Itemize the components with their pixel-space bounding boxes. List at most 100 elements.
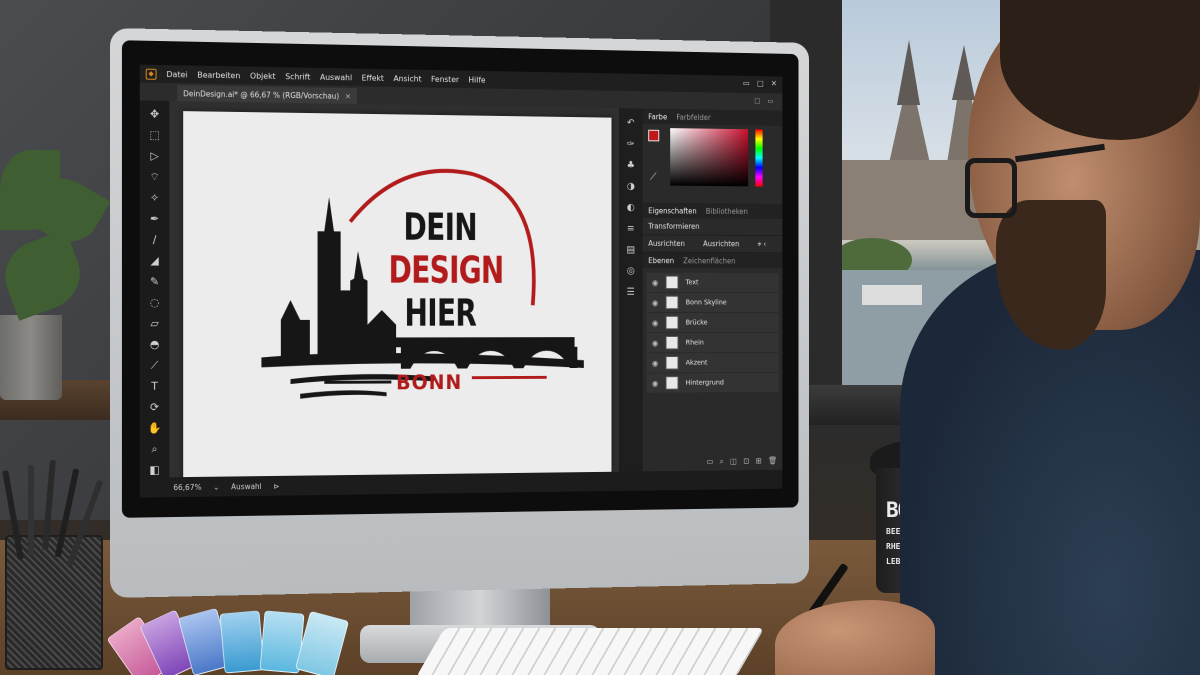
visibility-eye-icon[interactable]: ◉ <box>652 359 658 368</box>
properties-panel-tabs: Eigenschaften Bibliotheken <box>642 202 783 219</box>
status-tool-mode: Auswahl <box>231 481 262 491</box>
pen-tool-icon[interactable]: ✒ <box>147 211 163 227</box>
layer-thumbnail <box>665 356 679 370</box>
menu-file[interactable]: Datei <box>166 70 187 79</box>
rotate-tool-icon[interactable]: ⟳ <box>147 400 163 416</box>
visibility-eye-icon[interactable]: ◉ <box>652 278 658 287</box>
layer-row[interactable]: ◉ Brücke <box>646 313 779 333</box>
blob-brush-tool-icon[interactable]: ◢ <box>147 253 163 269</box>
magic-wand-tool-icon[interactable]: ✧ <box>147 190 163 206</box>
tab-layers[interactable]: Ebenen <box>648 256 674 265</box>
hand-tool-icon[interactable]: ✋ <box>147 421 163 437</box>
minimize-icon[interactable]: ▭ <box>743 79 750 88</box>
eyedropper-icon[interactable]: ⟋ <box>650 172 656 183</box>
artboard[interactable]: DEIN DESIGN HIER BONN <box>183 111 612 490</box>
maximize-icon[interactable]: □ <box>757 79 764 88</box>
align-options-icon[interactable]: ⌖ ‹ <box>757 239 766 249</box>
lasso-tool-icon[interactable]: ⌔ <box>147 169 163 185</box>
menu-select[interactable]: Auswahl <box>320 72 352 81</box>
new-layer-icon[interactable]: ⊞ <box>756 457 762 467</box>
logo-line-dein[interactable]: DEIN <box>388 205 491 248</box>
layer-row[interactable]: ◉ Bonn Skyline <box>646 292 779 313</box>
layer-name: Akzent <box>685 358 708 367</box>
transform-row[interactable]: Transformieren <box>642 217 783 237</box>
workspace-switcher-icon[interactable]: ▭ <box>767 97 773 105</box>
export-icon[interactable]: ▭ <box>706 457 713 467</box>
transparency-panel-icon[interactable]: ◎ <box>623 264 638 279</box>
hue-slider[interactable] <box>755 129 763 187</box>
logo-line-hier[interactable]: HIER <box>388 291 491 334</box>
new-sublayer-icon[interactable]: ⊡ <box>743 457 749 467</box>
libraries-panel-icon[interactable]: ☰ <box>623 285 638 300</box>
layers-panel-tabs: Ebenen Zeichenflächen <box>642 252 783 269</box>
color-panel: ⟋ <box>643 124 783 204</box>
artboard-tool-icon[interactable]: ⬚ <box>147 128 163 144</box>
close-icon[interactable]: ✕ <box>771 79 777 88</box>
direct-selection-tool-icon[interactable]: ▷ <box>147 148 163 164</box>
status-nav-icon[interactable]: ⊳ <box>273 481 279 490</box>
menu-effect[interactable]: Effekt <box>362 73 384 82</box>
delete-layer-icon[interactable]: 🗑 <box>768 456 777 466</box>
menu-type[interactable]: Schrift <box>285 72 310 81</box>
layer-row[interactable]: ◉ Text <box>646 272 779 293</box>
layer-name: Bonn Skyline <box>685 298 727 307</box>
zoom-tool-icon[interactable]: ⌕ <box>147 441 163 457</box>
menu-view[interactable]: Ansicht <box>393 74 421 83</box>
layer-row[interactable]: ◉ Rhein <box>646 332 779 353</box>
visibility-eye-icon[interactable]: ◉ <box>652 298 658 307</box>
layer-row[interactable]: ◉ Hintergrund <box>646 372 779 393</box>
pencil-tool-icon[interactable]: ✎ <box>147 274 163 290</box>
app-logo-icon[interactable]: ◆ <box>145 68 157 80</box>
fill-stroke-swap-icon[interactable]: ◧ <box>147 462 163 478</box>
logo-line-design[interactable]: DESIGN <box>388 248 503 291</box>
align-row: Ausrichten Ausrichten ⌖ ‹ <box>642 235 783 254</box>
history-panel-icon[interactable]: ↶ <box>623 116 638 132</box>
gradient-panel-icon[interactable]: ▤ <box>623 243 638 258</box>
arrange-controls: □ ▭ <box>754 97 773 105</box>
layer-name: Hintergrund <box>685 378 724 387</box>
stroke-panel-icon[interactable]: ≡ <box>623 222 638 237</box>
fill-color-swatch[interactable] <box>648 129 660 142</box>
visibility-eye-icon[interactable]: ◉ <box>652 318 658 327</box>
brush-tool-icon[interactable]: ∕ <box>147 232 163 248</box>
layer-row[interactable]: ◉ Akzent <box>646 352 779 373</box>
layers-list: ◉ Text ◉ Bonn Skyline ◉ Brücke ◉ Rhein ◉… <box>643 268 783 393</box>
appearance-panel-icon[interactable]: ◐ <box>623 201 638 216</box>
locate-object-icon[interactable]: ⌕ <box>720 457 724 467</box>
logo-city-name[interactable]: BONN <box>396 370 462 394</box>
tab-properties[interactable]: Eigenschaften <box>648 206 696 215</box>
shaper-tool-icon[interactable]: ◌ <box>147 295 163 311</box>
menu-edit[interactable]: Bearbeiten <box>197 70 240 80</box>
brushes-panel-icon[interactable]: ✑ <box>623 137 638 153</box>
layer-name: Text <box>685 278 699 287</box>
color-picker-field[interactable] <box>670 128 749 187</box>
visibility-eye-icon[interactable]: ◉ <box>652 379 658 388</box>
visibility-eye-icon[interactable]: ◉ <box>652 338 658 347</box>
canvas-area[interactable]: DEIN DESIGN HIER BONN <box>169 100 619 490</box>
status-dropdown-icon[interactable]: ⌄ <box>213 482 219 491</box>
symbols-panel-icon[interactable]: ♣ <box>623 158 638 174</box>
city-rule-left <box>324 380 392 384</box>
selection-tool-icon[interactable]: ✥ <box>147 107 163 123</box>
tab-color[interactable]: Farbe <box>648 112 667 121</box>
menu-window[interactable]: Fenster <box>431 74 459 83</box>
window-controls: ▭ □ ✕ <box>743 79 777 88</box>
graphic-styles-panel-icon[interactable]: ◑ <box>623 179 638 195</box>
tools-panel: ✥ ⬚ ▷ ⌔ ✧ ✒ ∕ ◢ ✎ ◌ ▱ ◓ ⟋ T ⟳ ✋ ⌕ ◧ ▭ <box>139 100 170 497</box>
align-dropdown[interactable]: Ausrichten <box>703 239 739 248</box>
menu-help[interactable]: Hilfe <box>468 75 485 84</box>
panel-icon-strip: ↶ ✑ ♣ ◑ ◐ ≡ ▤ ◎ ☰ <box>618 108 643 472</box>
arrange-documents-icon[interactable]: □ <box>754 97 760 105</box>
eraser-tool-icon[interactable]: ▱ <box>147 316 163 332</box>
eyedropper-tool-icon[interactable]: ⟋ <box>147 358 163 374</box>
make-clipping-mask-icon[interactable]: ◫ <box>730 457 737 467</box>
tab-close-icon[interactable]: ✕ <box>345 91 351 100</box>
tab-libraries[interactable]: Bibliotheken <box>706 206 748 215</box>
zoom-level[interactable]: 66,67% <box>173 482 201 491</box>
layer-thumbnail <box>665 335 679 350</box>
fill-tool-icon[interactable]: ◓ <box>147 337 163 353</box>
tab-swatches[interactable]: Farbfelder <box>676 112 710 121</box>
type-tool-icon[interactable]: T <box>147 379 163 395</box>
tab-artboards[interactable]: Zeichenflächen <box>683 256 735 265</box>
menu-object[interactable]: Objekt <box>250 71 276 80</box>
